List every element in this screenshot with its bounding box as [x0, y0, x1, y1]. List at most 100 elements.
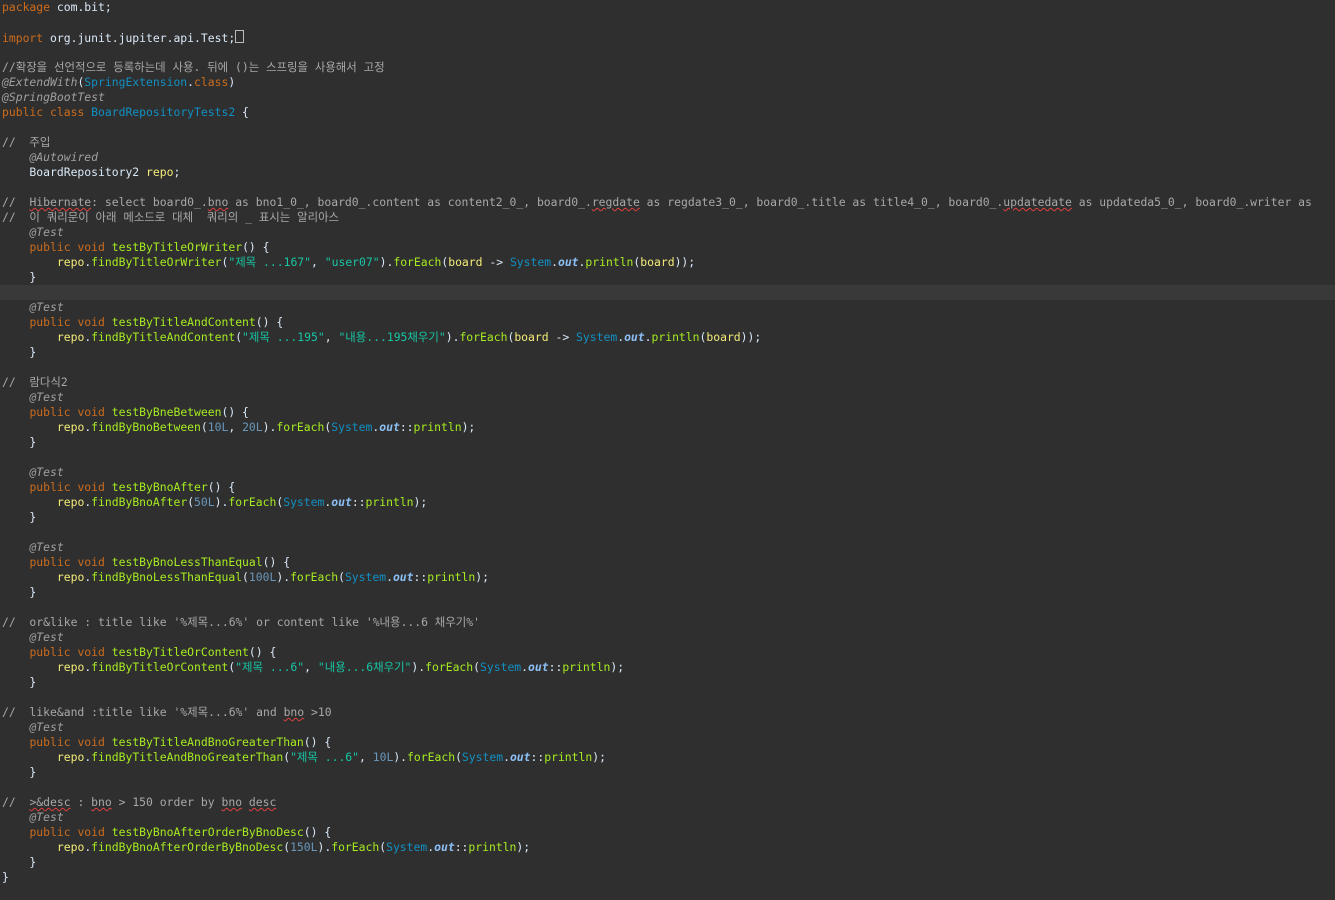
code-line[interactable]: @Test — [2, 465, 64, 480]
code-token: , — [304, 660, 318, 674]
code-line[interactable]: repo.findByTitleAndContent("제목 ...195", … — [2, 330, 761, 345]
code-line[interactable]: public void testByTitleAndContent() { — [2, 315, 283, 330]
code-token: as regdate3_0_, board0_.title as title4_… — [639, 195, 1004, 209]
code-token: repo — [56, 495, 85, 509]
code-token: regdate — [591, 195, 640, 209]
code-token: , — [324, 330, 339, 344]
code-token: ); — [413, 495, 428, 509]
code-line[interactable]: } — [2, 675, 36, 690]
code-line[interactable]: @Test — [2, 540, 63, 555]
code-line[interactable]: @Test — [2, 810, 63, 825]
code-token: ). — [317, 840, 332, 854]
code-token: @Test — [29, 465, 64, 479]
code-token: repo — [56, 660, 85, 674]
code-line[interactable]: public void testByBnoAfterOrderByBnoDesc… — [2, 825, 331, 840]
code-token: () { — [242, 240, 270, 254]
code-token: testByBneBetween — [111, 405, 222, 419]
code-line[interactable]: } — [2, 765, 36, 780]
code-token: class — [50, 105, 85, 119]
code-token: findByTitleOrWriter — [91, 255, 222, 269]
code-token: // like&and :title like '%제목...6%' and — [2, 705, 284, 719]
code-token: : select board0_. — [91, 195, 208, 209]
code-line[interactable]: // Hibernate: select board0_.bno as bno1… — [2, 195, 1312, 210]
code-token: "제목 ...195" — [242, 330, 325, 344]
code-token: ); — [516, 840, 531, 854]
code-token: () { — [262, 555, 291, 569]
code-line[interactable]: @Test — [2, 630, 63, 645]
code-line[interactable]: import org.junit.jupiter.api.Test; — [2, 30, 245, 45]
code-token: findByBnoAfterOrderByBnoDesc — [91, 840, 284, 854]
code-line[interactable]: // 이 쿼리문이 아래 메소드로 대체 쿼리의 _ 표시는 알리아스 — [2, 210, 339, 225]
code-token: () { — [221, 405, 249, 419]
code-token: out — [528, 660, 549, 674]
code-line[interactable]: } — [2, 345, 36, 360]
code-token: class — [194, 75, 229, 89]
code-token: )); — [740, 330, 762, 344]
code-token: "제목 ...6" — [290, 750, 360, 764]
code-token: testByTitleOrContent — [111, 645, 249, 659]
code-line[interactable]: public void testByTitleAndBnoGreaterThan… — [2, 735, 331, 750]
code-token: findByBnoBetween — [91, 420, 201, 434]
code-line[interactable]: } — [2, 435, 36, 450]
code-line[interactable]: repo. findByTitleAndBnoGreaterThan ("제목 ..… — [2, 750, 606, 765]
code-token: testByBnoAfterOrderByBnoDesc — [111, 825, 304, 839]
code-token: :: — [399, 420, 414, 434]
code-token: 20L — [242, 420, 263, 434]
code-token: void — [77, 240, 105, 254]
code-line[interactable]: // 주입 — [2, 135, 50, 150]
code-line[interactable]: repo.findByTitleOrWriter("제목 ...167", "u… — [2, 255, 695, 270]
folded-imports-marker[interactable] — [235, 30, 245, 43]
code-token: repo — [56, 750, 85, 764]
code-line[interactable]: BoardRepository2 repo; — [2, 165, 180, 180]
code-line[interactable]: @SpringBootTest — [2, 90, 105, 105]
code-line[interactable]: repo.findByBnoBetween(10L, 20L).forEach(… — [2, 420, 475, 435]
code-line[interactable]: public void testByBnoLessThanEqual() { — [2, 555, 290, 570]
code-token: BoardRepository2 — [2, 165, 147, 179]
code-line[interactable]: @Test — [2, 225, 63, 240]
code-line[interactable]: public class BoardRepositoryTests2 { — [2, 105, 249, 120]
code-line[interactable]: } — [2, 270, 36, 285]
code-line[interactable]: @Test — [2, 390, 63, 405]
code-line[interactable]: } — [2, 510, 36, 525]
code-line[interactable]: } — [2, 585, 36, 600]
code-token: ). — [214, 495, 229, 509]
code-token: board — [514, 330, 549, 344]
code-line[interactable]: repo. findByTitleOrContent ("제목 ...6", "내용… — [2, 660, 624, 675]
code-line[interactable]: public void testByTitleOrContent() { — [2, 645, 276, 660]
code-token: updatedate — [1003, 195, 1072, 209]
code-line[interactable]: repo.findByBnoAfter(50L).forEach(System.… — [2, 495, 427, 510]
code-token: import — [2, 31, 44, 45]
code-line[interactable]: package com.bit; — [2, 0, 112, 15]
code-token: ); — [610, 660, 625, 674]
code-line[interactable]: public void testByBnoAfter() { — [2, 480, 235, 495]
code-token: () { — [207, 480, 236, 494]
code-line[interactable]: @Test — [2, 720, 63, 735]
code-line[interactable]: repo.findByBnoAfterOrderByBnoDesc(150L).… — [2, 840, 530, 855]
code-token: Hibernate — [29, 195, 92, 209]
code-line[interactable]: @Test — [2, 300, 63, 315]
code-line[interactable]: // or&like : title like '%제목...6%' or co… — [2, 615, 480, 630]
code-token: System — [386, 840, 428, 854]
code-line[interactable]: @ExtendWith(SpringExtension.class) — [2, 75, 235, 90]
code-line[interactable]: // 람다식2 — [2, 375, 68, 390]
code-line[interactable]: // like&and :title like '%제목...6%' and b… — [2, 705, 332, 720]
code-line[interactable]: public void testByTitleOrWriter() { — [2, 240, 270, 255]
code-line[interactable]: //확장을 선언적으로 등록하는데 사용. 뒤에 ()는 스프링을 사용해서 고… — [2, 60, 385, 75]
code-token: testByTitleAndBnoGreaterThan — [111, 735, 304, 749]
code-token: :: — [351, 495, 366, 509]
code-token: System — [344, 570, 387, 584]
code-line[interactable]: // >&desc : bno > 150 order by bno desc — [2, 795, 276, 810]
code-line[interactable]: public void testByBneBetween() { — [2, 405, 249, 420]
code-line[interactable]: @Autowired — [2, 150, 98, 165]
code-token: void — [77, 315, 105, 329]
code-editor[interactable]: package com.bit; import org.junit.jupiter… — [0, 0, 1335, 900]
code-line[interactable]: repo.findByBnoLessThanEqual(100L).forEac… — [2, 570, 489, 585]
code-line[interactable]: } — [2, 855, 36, 870]
code-token: public — [29, 645, 71, 659]
code-token: out — [379, 420, 400, 434]
current-line-highlight — [0, 285, 1335, 300]
code-line[interactable]: } — [2, 870, 9, 885]
